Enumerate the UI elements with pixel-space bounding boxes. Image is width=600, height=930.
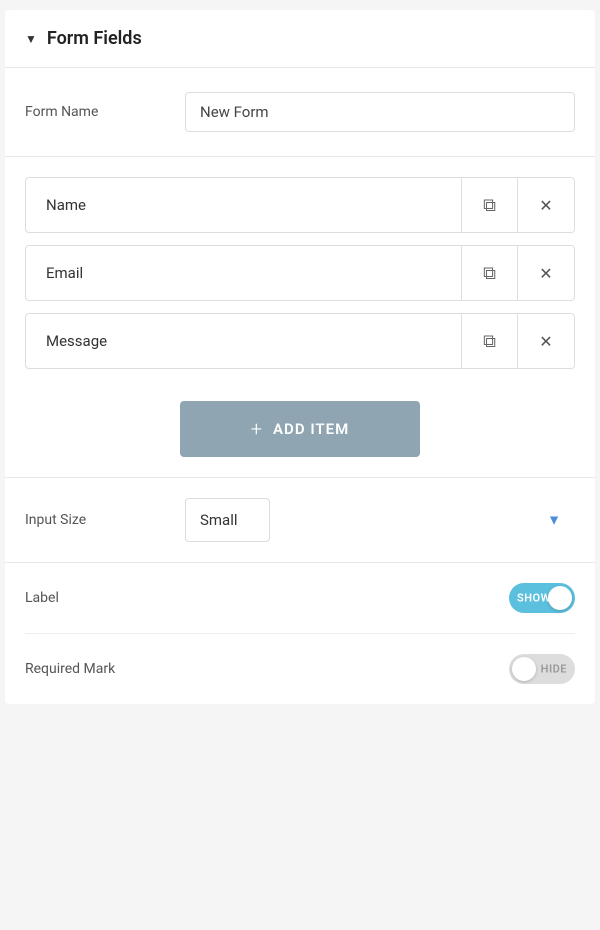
label-toggle-label: Label [25,590,509,606]
add-item-label: ADD ITEM [273,420,349,438]
copy-icon [483,195,496,216]
form-name-row: Form Name [5,68,595,157]
required-mark-label: Required Mark [25,661,509,677]
form-name-input[interactable] [185,92,575,132]
remove-message-button[interactable] [518,314,574,368]
close-icon [539,263,552,284]
required-mark-toggle-off-text: HIDE [541,663,567,676]
collapse-icon[interactable]: ▼ [25,32,37,46]
required-mark-toggle-row: Required Mark HIDE [25,634,575,704]
close-icon [539,331,552,352]
input-size-select[interactable]: Small Medium Large [185,498,270,542]
field-row-email: Email [25,245,575,301]
section-title: Form Fields [47,28,142,49]
close-icon [539,195,552,216]
copy-icon [483,263,496,284]
label-toggle-switch[interactable]: SHOW [509,583,575,613]
copy-name-button[interactable] [462,178,518,232]
input-size-select-wrapper: Small Medium Large [185,498,575,542]
input-size-label: Input Size [25,512,185,528]
section-header: ▼ Form Fields [5,10,595,68]
remove-email-button[interactable] [518,246,574,300]
field-label-email: Email [26,246,462,300]
add-item-button[interactable]: ADD ITEM [180,401,420,457]
add-item-container: ADD ITEM [5,391,595,477]
required-mark-toggle-track: HIDE [509,654,575,684]
field-row-message: Message [25,313,575,369]
plus-icon [251,417,263,441]
required-mark-toggle-switch[interactable]: HIDE [509,654,575,684]
toggle-section: Label SHOW Required Mark HIDE [5,563,595,704]
label-toggle-thumb [548,586,572,610]
form-name-label: Form Name [25,104,185,120]
label-toggle-row: Label SHOW [25,563,575,634]
input-size-row: Input Size Small Medium Large [5,477,595,563]
field-row-name: Name [25,177,575,233]
copy-message-button[interactable] [462,314,518,368]
fields-section: Name Email Message [5,157,595,391]
form-fields-panel: ▼ Form Fields Form Name Name Email [5,10,595,704]
remove-name-button[interactable] [518,178,574,232]
required-mark-toggle-thumb [512,657,536,681]
copy-icon [483,331,496,352]
label-toggle-track: SHOW [509,583,575,613]
copy-email-button[interactable] [462,246,518,300]
field-label-message: Message [26,314,462,368]
label-toggle-on-text: SHOW [517,592,551,605]
field-label-name: Name [26,178,462,232]
